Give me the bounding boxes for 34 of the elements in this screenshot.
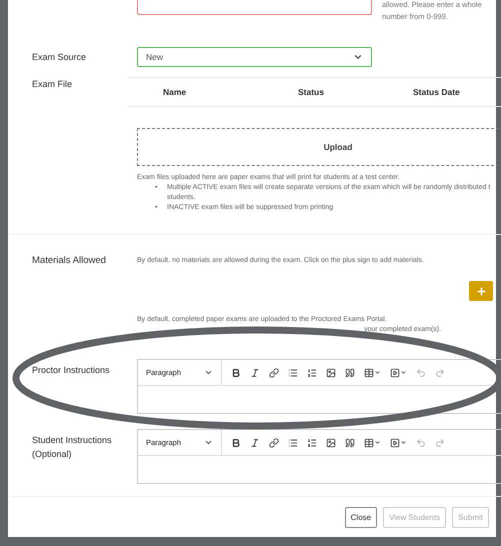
chevron-down-icon [353,52,363,62]
bold-icon[interactable] [231,368,241,378]
field-label: Student Instructions (Optional) [32,434,113,461]
column-header: Status Date [413,87,461,97]
column-header: Name [163,87,188,97]
field-label: Materials Allowed [32,254,107,268]
numbered-list-icon[interactable] [307,438,317,448]
link-icon[interactable] [269,368,279,378]
column-header: Status [298,87,325,97]
chevron-down-icon [204,368,213,377]
italic-icon[interactable] [250,438,260,448]
image-icon[interactable] [326,438,336,448]
media-icon[interactable] [390,368,407,378]
field-label: Proctor Instructions [32,364,111,377]
bullet-list-icon[interactable] [288,438,298,448]
bullet-list-icon[interactable] [288,368,298,378]
chevron-down-icon [204,438,213,447]
footer-button[interactable]: Close [344,507,378,528]
table-icon[interactable] [364,438,381,448]
media-icon[interactable] [390,438,407,448]
quote-icon[interactable] [345,438,355,448]
quote-icon[interactable] [345,368,355,378]
duration-field[interactable] [137,0,372,15]
field-label: Exam File [32,78,74,91]
image-icon[interactable] [326,368,336,378]
exam-source-select[interactable]: New [137,47,372,67]
plus-icon [476,286,486,296]
link-icon[interactable] [269,438,279,448]
numbered-list-icon[interactable] [307,368,317,378]
table-icon[interactable] [364,368,381,378]
upload-dropzone[interactable]: Upload [137,128,501,166]
bold-icon[interactable] [231,438,241,448]
italic-icon[interactable] [250,368,260,378]
field-label: Exam Source [32,51,88,64]
